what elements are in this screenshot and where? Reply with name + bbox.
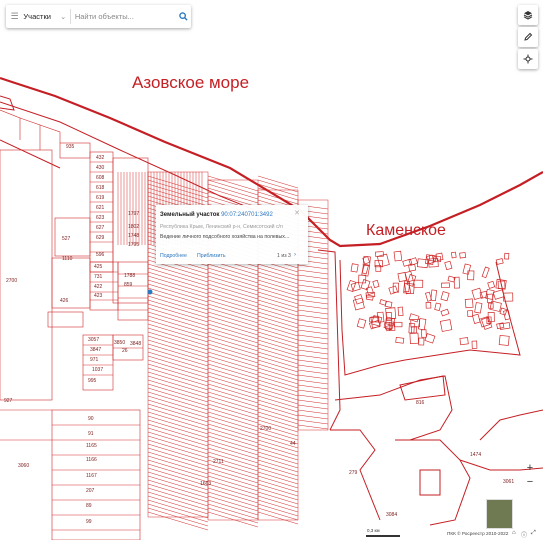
zoom-to-link[interactable]: Приблизить [197, 253, 226, 259]
plot-number-label: 430 [96, 165, 105, 171]
plot-number-label: 99 [86, 519, 92, 525]
plot-number-label: 207 [86, 488, 95, 494]
plot-number-label: 3847 [90, 347, 101, 353]
cadastral-map[interactable]: 935 432 430 608 618 619 621 623 627 629 596 1110 425… [0, 0, 543, 540]
plot-number-label: 89 [86, 503, 92, 509]
plot-number-label: 422 [94, 284, 103, 290]
home-icon[interactable]: ⌂ [512, 530, 516, 536]
close-icon[interactable]: ✕ [294, 209, 300, 217]
plot-number-label: 621 [96, 205, 105, 211]
plot-number-label: 629 [96, 235, 105, 241]
search-input[interactable] [74, 12, 176, 21]
village-label: Каменское [366, 222, 446, 239]
measure-button[interactable] [518, 27, 538, 47]
zoom-out-button[interactable]: − [521, 475, 539, 489]
selected-plot-marker [147, 289, 153, 295]
plot-number-label: 1037 [92, 367, 103, 373]
plot-number-label: 3848 [130, 341, 141, 347]
plot-number-label: 816 [416, 400, 425, 406]
info-icon[interactable]: ⓘ [521, 530, 527, 539]
plot-number-label: 1802 [128, 224, 139, 230]
plot-number-label: 44 [290, 441, 296, 447]
plot-number-label: 279 [349, 470, 358, 476]
plot-number-label: 1474 [470, 452, 481, 458]
plot-number-label: 596 [96, 252, 105, 258]
plot-number-label: 731 [94, 274, 103, 280]
plot-number-label: 995 [88, 378, 97, 384]
plot-number-label: 1663 [200, 481, 211, 487]
crosshair-icon [523, 54, 533, 64]
plot-number-label: 623 [96, 215, 105, 221]
zoom-in-button[interactable]: + [521, 461, 539, 475]
plot-number-label: 927 [4, 398, 13, 404]
plot-number-label: 3060 [18, 463, 29, 469]
chevron-down-icon[interactable]: ⌄ [60, 13, 70, 21]
popup-address: Республика Крым, Ленинский р-н, Семисотс… [160, 224, 283, 230]
plot-number-label: 971 [90, 357, 99, 363]
plot-number-label: 1795 [128, 242, 139, 248]
pencil-icon [524, 32, 533, 41]
scale-label: 0,3 км [367, 528, 380, 533]
plot-number-label: 1748 [128, 233, 139, 239]
plot-number-label: 1165 [86, 443, 97, 449]
menu-icon[interactable]: ☰ [6, 11, 23, 22]
zoom-controls: + − [521, 461, 539, 489]
plot-number-label: 935 [66, 144, 75, 150]
plot-number-label: 1110 [62, 256, 73, 262]
plot-number-label: 627 [96, 225, 105, 231]
plot-number-label: 425 [94, 264, 103, 270]
plot-number-label: 2711 [213, 459, 224, 465]
sea-label: Азовское море [132, 73, 249, 92]
plot-number-label: 91 [88, 431, 94, 437]
plot-info-popup: Земельный участок 90:07:240701:3492 ✕ Ре… [156, 205, 308, 264]
plot-number-label: 3057 [88, 337, 99, 343]
plot-number-label: 2700 [6, 278, 17, 284]
plot-number-label: 423 [94, 293, 103, 299]
layers-button[interactable] [518, 5, 538, 25]
layer-select[interactable]: Участки [23, 12, 60, 21]
plot-number-label: 859 [124, 282, 133, 288]
plot-number-label: 3084 [386, 512, 397, 518]
plot-number-label: 432 [96, 155, 105, 161]
plot-number-label: 619 [96, 195, 105, 201]
plot-number-label: 1166 [86, 457, 97, 463]
popup-pager: 1 из 3 [277, 253, 291, 259]
plot-number-label: 1167 [86, 473, 97, 479]
basemap-thumbnail[interactable] [486, 499, 513, 529]
scale-bar [366, 535, 400, 537]
plot-number-label: 90 [88, 416, 94, 422]
plot-number-label: 1788 [124, 273, 135, 279]
popup-title: Земельный участок 90:07:240701:3492 [160, 212, 273, 218]
cadastral-number[interactable]: 90:07:240701:3492 [221, 212, 273, 218]
plot-number-label: 1797 [128, 211, 139, 217]
popup-land-use: Ведение личного подсобного хозяйства на … [160, 234, 290, 240]
divider [69, 9, 71, 24]
plot-number-label: 527 [62, 236, 71, 242]
fullscreen-icon[interactable]: ⤢ [531, 530, 536, 537]
plot-number-label: 618 [96, 185, 105, 191]
search-bar: ☰ Участки ⌄ [6, 5, 191, 28]
plot-number-label: 3850 [114, 340, 125, 346]
copyright-text: ПКК © Росреестр 2010-2022 [447, 531, 509, 536]
layers-icon [523, 11, 533, 20]
plot-number-label: 2700 [260, 426, 271, 432]
plot-number-label: 608 [96, 175, 105, 181]
locate-button[interactable] [518, 49, 538, 69]
plot-number-label: 3061 [503, 479, 514, 485]
search-icon[interactable] [176, 12, 191, 21]
details-link[interactable]: Подробнее [160, 253, 187, 259]
plot-number-label: 426 [60, 298, 69, 304]
chevron-right-icon[interactable]: › [294, 252, 296, 258]
plot-number-label: 26 [122, 348, 128, 354]
